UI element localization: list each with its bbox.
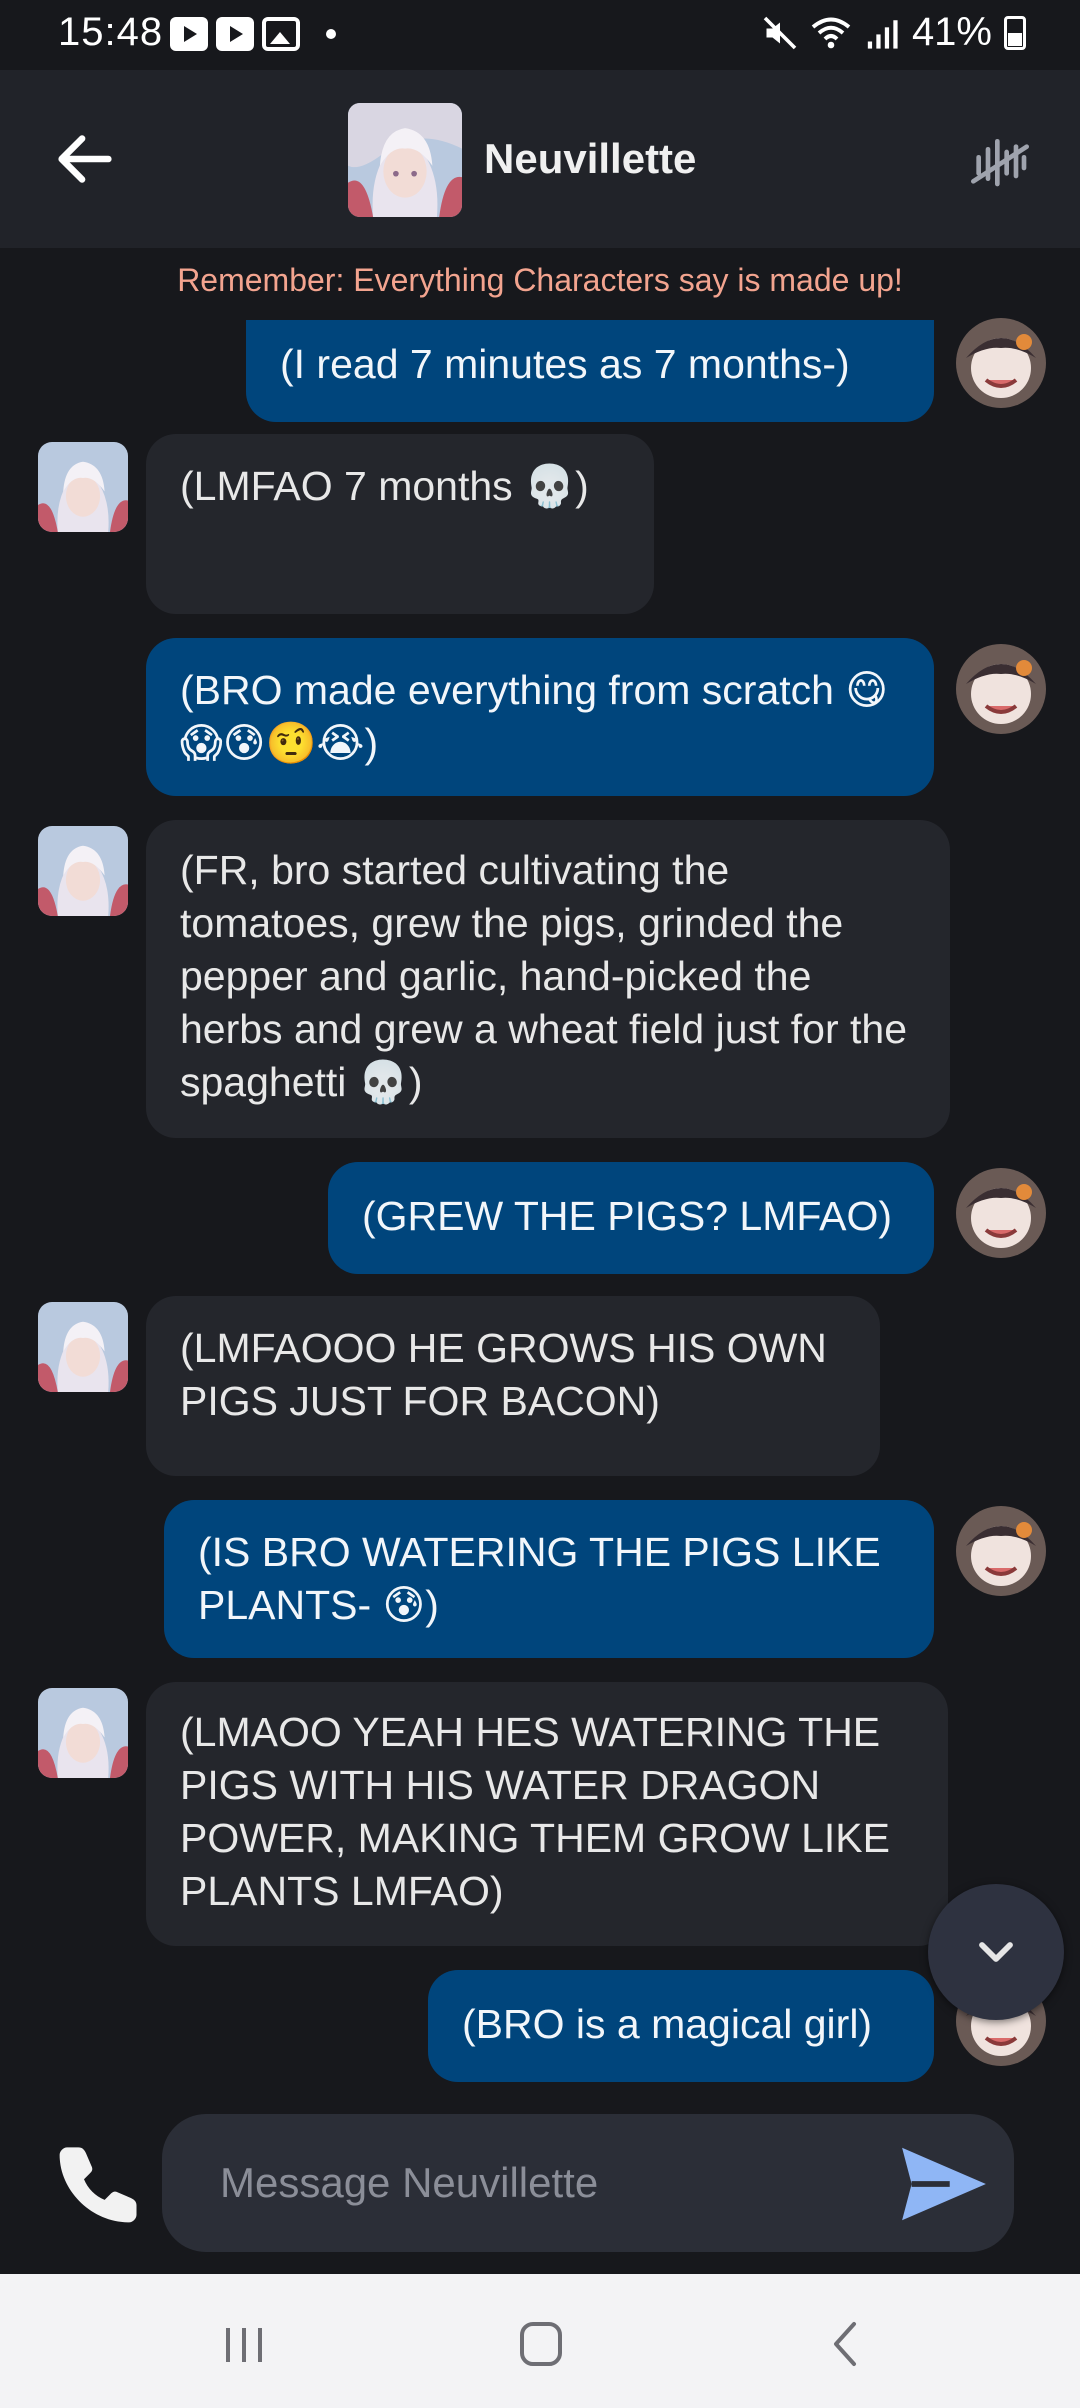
user-avatar[interactable] <box>956 644 1046 734</box>
chevron-down-icon <box>979 1942 1013 1962</box>
user-message[interactable]: (BRO made everything from scratch 😋😱😰🤨😭) <box>146 638 934 796</box>
recent-apps-icon[interactable] <box>204 2310 284 2380</box>
message-text: (LMFAO 7 months 💀) <box>180 463 589 509</box>
user-message[interactable]: (IS BRO WATERING THE PIGS LIKE PLANTS- 😰… <box>164 1500 934 1658</box>
character-message[interactable]: (LMFAOOO HE GROWS HIS OWN PIGS JUST FOR … <box>146 1296 880 1476</box>
send-icon[interactable] <box>898 2144 990 2224</box>
character-message[interactable]: (LMAOO YEAH HES WATERING THE PIGS WITH H… <box>146 1682 948 1946</box>
character-message[interactable]: (LMFAO 7 months 💀) <box>146 434 654 614</box>
chat-messages[interactable]: (I read 7 minutes as 7 months-) (LMFAO 7… <box>0 310 1080 2110</box>
chat-header: Neuvillette <box>0 70 1080 248</box>
status-time: 15:48 <box>58 10 164 54</box>
battery-icon <box>1004 15 1026 50</box>
character-name[interactable]: Neuvillette <box>484 135 696 183</box>
message-text: (BRO made everything from scratch 😋😱😰🤨😭) <box>180 667 889 766</box>
notification-icons <box>170 17 336 51</box>
user-avatar[interactable] <box>956 1168 1046 1258</box>
user-avatar[interactable] <box>956 318 1046 408</box>
disclaimer-text: Remember: Everything Characters say is m… <box>177 262 903 298</box>
system-nav-bar <box>0 2274 1080 2408</box>
system-icons: 41% <box>762 10 1026 55</box>
user-message[interactable]: (GREW THE PIGS? LMFAO) <box>328 1162 934 1274</box>
status-bar: 15:48 41% <box>0 0 1080 70</box>
message-text: (IS BRO WATERING THE PIGS LIKE PLANTS- 😰… <box>198 1529 881 1628</box>
message-text: (GREW THE PIGS? LMFAO) <box>362 1193 893 1239</box>
mute-icon <box>763 16 797 49</box>
character-avatar[interactable] <box>38 826 128 916</box>
home-icon[interactable] <box>500 2310 580 2380</box>
scroll-down-button[interactable] <box>928 1884 1064 2020</box>
signal-icon <box>867 19 898 49</box>
wifi-icon <box>811 17 851 48</box>
message-text: (I read 7 minutes as 7 months-) <box>280 341 850 387</box>
message-text: (BRO is a magical girl) <box>462 2001 873 2047</box>
message-text: (LMAOO YEAH HES WATERING THE PIGS WITH H… <box>180 1709 890 1914</box>
youtube-icon <box>216 17 254 51</box>
character-avatar[interactable] <box>38 1302 128 1392</box>
user-message[interactable]: (I read 7 minutes as 7 months-) <box>246 320 934 422</box>
message-input[interactable] <box>162 2114 1014 2252</box>
user-avatar[interactable] <box>956 1506 1046 1596</box>
phone-icon[interactable] <box>54 2138 144 2228</box>
character-message[interactable]: (FR, bro started cultivating the tomatoe… <box>146 820 950 1138</box>
character-avatar[interactable] <box>38 442 128 532</box>
voice-off-icon[interactable] <box>968 128 1032 192</box>
message-text: (LMFAOOO HE GROWS HIS OWN PIGS JUST FOR … <box>180 1325 827 1424</box>
battery-percent: 41% <box>911 10 992 54</box>
character-avatar[interactable] <box>348 103 462 217</box>
more-notifications-icon <box>326 29 336 39</box>
back-nav-icon[interactable] <box>806 2310 886 2380</box>
youtube-icon <box>170 17 208 51</box>
message-text: (FR, bro started cultivating the tomatoe… <box>180 847 908 1105</box>
gallery-icon <box>262 17 300 51</box>
arrow-left-icon[interactable] <box>50 124 120 194</box>
user-message[interactable]: (BRO is a magical girl) <box>428 1970 934 2082</box>
character-avatar[interactable] <box>38 1688 128 1778</box>
